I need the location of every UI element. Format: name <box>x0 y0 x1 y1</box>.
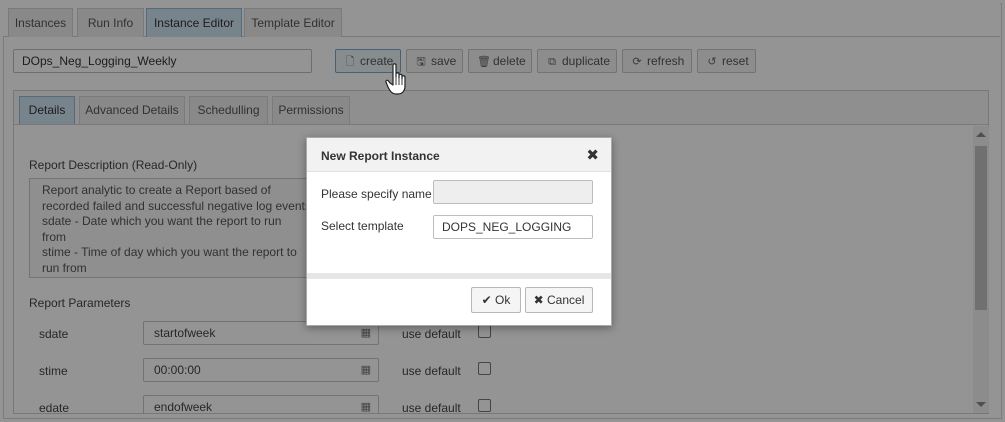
dialog-header: New Report Instance ✖ <box>307 138 611 172</box>
check-icon: ✔ <box>481 293 492 307</box>
template-label: Select template <box>321 219 404 233</box>
ok-button[interactable]: ✔ Ok <box>471 287 521 313</box>
close-icon[interactable]: ✖ <box>586 146 599 164</box>
ok-label: Ok <box>495 293 511 307</box>
dialog-divider <box>307 273 611 279</box>
name-label: Please specify name <box>321 187 432 201</box>
dialog-title: New Report Instance <box>321 149 440 163</box>
new-report-instance-dialog: New Report Instance ✖ Please specify nam… <box>306 137 612 326</box>
cancel-button[interactable]: ✖ Cancel <box>525 287 593 313</box>
x-icon: ✖ <box>533 293 544 307</box>
hand-cursor-icon <box>385 63 406 95</box>
template-input[interactable]: DOPS_NEG_LOGGING <box>433 215 593 239</box>
name-input[interactable] <box>433 180 593 204</box>
cancel-label: Cancel <box>547 293 585 307</box>
